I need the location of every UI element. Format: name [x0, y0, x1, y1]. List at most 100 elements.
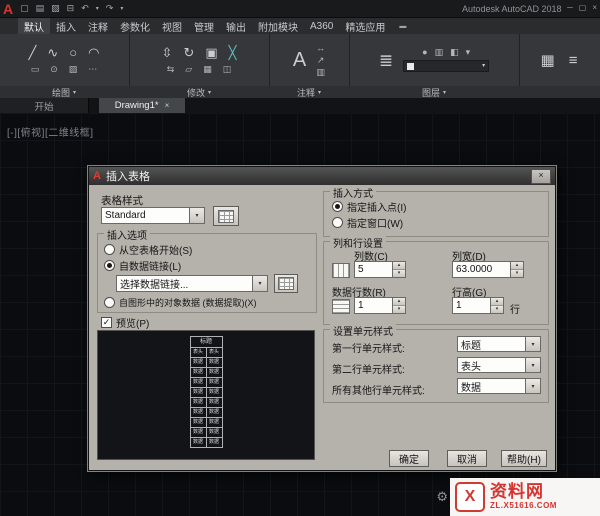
preview-cell: 数据: [205, 437, 223, 448]
draw-panel-label[interactable]: 绘图 ▾: [0, 86, 128, 98]
col-width-spinner[interactable]: 63.0000 ▴ ▾: [452, 261, 524, 278]
text-icon[interactable]: A: [293, 50, 306, 70]
ribbon-collapse-icon[interactable]: ▬: [391, 18, 414, 34]
radio-specify-window[interactable]: 指定窗口(W): [332, 215, 403, 230]
row-height-spinner[interactable]: 1 ▴ ▾: [452, 297, 504, 314]
radio-from-data-link[interactable]: 自数据链接(L): [104, 258, 181, 273]
tab-annotate[interactable]: 注释: [82, 18, 114, 34]
close-window-icon[interactable]: ×: [592, 3, 597, 12]
annotation-panel-label[interactable]: 注释 ▾: [270, 86, 348, 98]
line-icon[interactable]: ╱: [29, 46, 37, 59]
first-row-style-dropdown[interactable]: 标题 ▾: [457, 336, 541, 352]
layer-state-icon[interactable]: ▥: [435, 48, 444, 57]
dialog-title-bar[interactable]: A 插入表格 ×: [89, 167, 555, 185]
radio-from-object-data[interactable]: 自图形中的对象数据 (数据提取)(X): [104, 296, 257, 309]
radio-from-empty-table[interactable]: 从空表格开始(S): [104, 242, 192, 257]
plot-icon[interactable]: ⊟: [67, 4, 75, 13]
copy-icon[interactable]: ▣: [205, 46, 217, 59]
open-file-icon[interactable]: ▤: [36, 4, 45, 13]
tab-insert[interactable]: 插入: [50, 18, 82, 34]
gear-icon[interactable]: ⚙: [436, 489, 448, 505]
tab-default[interactable]: 默认: [18, 18, 50, 34]
cancel-button[interactable]: 取消: [447, 450, 487, 467]
undo-dropdown-icon[interactable]: ▾: [96, 6, 99, 12]
redo-dropdown-icon[interactable]: ▾: [120, 6, 123, 12]
preview-table-row: 数据 数据: [189, 357, 223, 368]
rectangle-icon[interactable]: ▭: [31, 65, 40, 74]
hatch-icon[interactable]: ▨: [69, 65, 78, 74]
tab-parametric[interactable]: 参数化: [114, 18, 156, 34]
spinner-up-icon[interactable]: ▴: [393, 298, 405, 305]
array-icon[interactable]: ▦: [203, 65, 212, 74]
insert-block-icon[interactable]: ▦: [541, 53, 555, 68]
launch-table-style-dialog-button[interactable]: [213, 206, 239, 226]
minimize-icon[interactable]: ─: [567, 3, 573, 12]
leader-icon[interactable]: ↗: [317, 55, 325, 65]
help-button[interactable]: 帮助(H): [501, 450, 547, 467]
dialog-close-button[interactable]: ×: [531, 168, 551, 184]
arc-icon[interactable]: ◠: [88, 46, 99, 59]
layer-isolate-icon[interactable]: ◧: [450, 48, 459, 57]
other-rows-style-dropdown[interactable]: 数据 ▾: [457, 378, 541, 394]
properties-icon[interactable]: ≡: [569, 53, 578, 68]
spinner-down-icon[interactable]: ▾: [393, 305, 405, 313]
ribbon: ╱ ∿ ○ ◠ ▭ ⊙ ▨ ⋯ ⇳ ↻ ▣ ╳ ⇆ ▱ ▦ ◫ A ↔ ↗ ▥ …: [0, 34, 600, 86]
maximize-icon[interactable]: ▢: [579, 3, 587, 12]
more-tools-icon[interactable]: ⋯: [88, 65, 97, 74]
undo-icon[interactable]: ↶: [81, 4, 89, 13]
radio-icon: [332, 217, 343, 228]
table-style-icon: [218, 209, 234, 223]
data-link-value: 选择数据链接...: [120, 280, 189, 291]
table-style-dropdown[interactable]: Standard ▾: [101, 207, 205, 224]
polyline-icon[interactable]: ∿: [47, 46, 58, 59]
ellipse-icon[interactable]: ⊙: [50, 65, 58, 74]
tab-addins[interactable]: 附加模块: [252, 18, 304, 34]
new-file-icon[interactable]: ▢: [20, 4, 29, 13]
spinner-up-icon[interactable]: ▴: [491, 298, 503, 305]
dimension-icon[interactable]: ↔: [316, 43, 325, 53]
columns-spinner[interactable]: 5 ▴ ▾: [354, 261, 406, 278]
radio-insertion-point[interactable]: 指定插入点(I): [332, 199, 406, 214]
redo-icon[interactable]: ↷: [106, 4, 114, 13]
explode-icon[interactable]: ◫: [223, 65, 232, 74]
spinner-down-icon[interactable]: ▾: [491, 305, 503, 313]
layer-on-icon[interactable]: ●: [422, 48, 427, 57]
viewport-controls[interactable]: [-][俯视][二维线框]: [7, 124, 94, 139]
table-icon[interactable]: ▥: [316, 67, 325, 77]
stretch-icon[interactable]: ▱: [185, 65, 192, 74]
circle-icon[interactable]: ○: [69, 46, 77, 59]
preview-checkbox[interactable]: ✓ 预览(P): [101, 315, 149, 330]
tab-manage[interactable]: 管理: [188, 18, 220, 34]
file-tab-start[interactable]: 开始: [0, 98, 89, 113]
tab-output[interactable]: 输出: [220, 18, 252, 34]
preview-cell: 数据: [189, 417, 207, 428]
layers-panel-label[interactable]: 图层 ▾: [350, 86, 518, 98]
tab-featured-apps[interactable]: 精选应用: [339, 18, 391, 34]
spinner-down-icon[interactable]: ▾: [393, 269, 405, 277]
file-tab-drawing1[interactable]: Drawing1* ×: [99, 98, 185, 113]
tab-view[interactable]: 视图: [156, 18, 188, 34]
ok-button[interactable]: 确定: [389, 450, 429, 467]
move-icon[interactable]: ⇳: [162, 46, 173, 59]
rotate-icon[interactable]: ↻: [183, 46, 194, 59]
second-row-style-dropdown[interactable]: 表头 ▾: [457, 357, 541, 373]
save-icon[interactable]: ▧: [51, 4, 60, 13]
layer-selector-dropdown[interactable]: ▾: [403, 60, 490, 72]
autocad-logo-icon[interactable]: A: [3, 2, 13, 16]
data-link-dropdown[interactable]: 选择数据链接... ▾: [116, 275, 268, 292]
spinner-up-icon[interactable]: ▴: [393, 262, 405, 269]
tab-a360[interactable]: A360: [304, 18, 339, 34]
spinner-up-icon[interactable]: ▴: [511, 262, 523, 269]
data-rows-spinner[interactable]: 1 ▴ ▾: [354, 297, 406, 314]
panel-label-row: 绘图 ▾ 修改 ▾ 注释 ▾ 图层 ▾: [0, 86, 600, 98]
data-link-manager-button[interactable]: [274, 274, 298, 293]
spinner-down-icon[interactable]: ▾: [511, 269, 523, 277]
close-tab-icon[interactable]: ×: [165, 101, 170, 110]
table-preview-pane: 标题 表头 表头 数据 数据 数据 数据 数据 数据 数据 数据 数据 数据 数据 数据 数据…: [97, 330, 315, 460]
layer-tools-dropdown-icon[interactable]: ▾: [466, 48, 471, 57]
trim-icon[interactable]: ╳: [229, 46, 237, 59]
cell-styles-label: 设置单元样式: [330, 323, 396, 338]
mirror-icon[interactable]: ⇆: [167, 65, 175, 74]
modify-panel-label[interactable]: 修改 ▾: [130, 86, 268, 98]
layer-properties-icon[interactable]: ≣: [379, 52, 393, 69]
